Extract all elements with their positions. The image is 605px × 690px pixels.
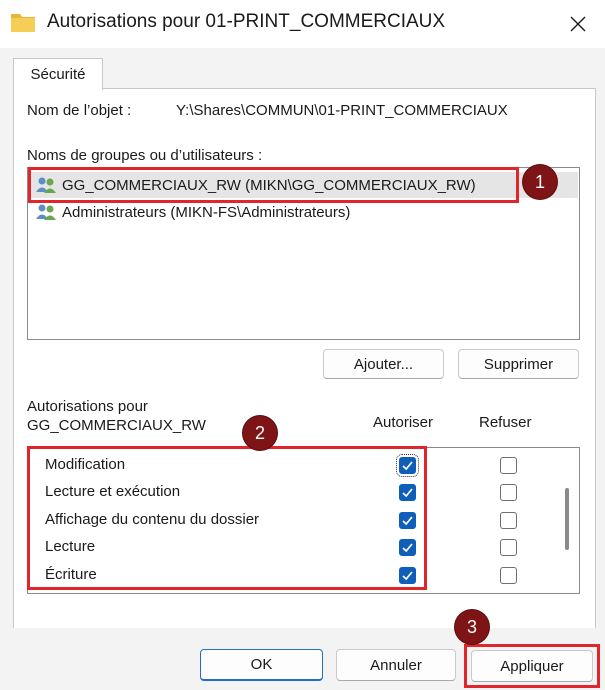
list-item-gg-commerciaux[interactable]: GG_COMMERCIAUX_RW (MIKN\GG_COMMERCIAUX_R… <box>29 172 578 198</box>
permissions-label-line2: GG_COMMERCIAUX_RW <box>27 417 206 434</box>
annotation-badge-3: 3 <box>455 610 489 644</box>
deny-write-checkbox[interactable] <box>500 567 517 584</box>
allow-modification-checkbox[interactable] <box>396 454 419 477</box>
check-icon <box>402 516 413 526</box>
permission-row: Écriture <box>28 562 558 589</box>
deny-read-execute-checkbox[interactable] <box>500 484 517 501</box>
check-icon <box>402 571 413 581</box>
allow-read-execute-checkbox[interactable] <box>399 484 416 501</box>
users-icon <box>36 177 56 193</box>
object-name-label: Nom de l’objet : <box>27 102 132 119</box>
permissions-dialog: Autorisations pour 01-PRINT_COMMERCIAUX … <box>0 0 605 690</box>
permission-label: Lecture <box>45 538 96 555</box>
check-icon <box>402 488 413 498</box>
allow-write-checkbox[interactable] <box>399 567 416 584</box>
list-item-administrateurs[interactable]: Administrateurs (MIKN-FS\Administrateurs… <box>29 199 578 225</box>
deny-read-checkbox[interactable] <box>500 539 517 556</box>
groups-label: Noms de groupes ou d’utilisateurs : <box>27 147 263 164</box>
close-button[interactable] <box>551 0 605 48</box>
permission-label: Affichage du contenu du dossier <box>45 511 260 528</box>
users-icon <box>36 204 56 220</box>
permission-label: Modification <box>45 456 126 473</box>
close-icon <box>570 16 586 32</box>
permission-row: Modification <box>28 452 558 479</box>
apply-button[interactable]: Appliquer <box>471 650 593 682</box>
folder-icon <box>11 14 35 32</box>
deny-column-header: Refuser <box>479 414 532 431</box>
permissions-listbox[interactable]: Modification Lecture et exécution Affich… <box>27 447 580 594</box>
annotation-badge-2: 2 <box>243 416 277 450</box>
list-item-label: Administrateurs (MIKN-FS\Administrateurs… <box>62 203 351 221</box>
allow-column-header: Autoriser <box>373 414 434 431</box>
permission-label: Écriture <box>45 566 97 583</box>
scrollbar-thumb[interactable] <box>565 488 569 550</box>
ok-button[interactable]: OK <box>200 649 323 681</box>
groups-listbox[interactable]: GG_COMMERCIAUX_RW (MIKN\GG_COMMERCIAUX_R… <box>27 167 580 340</box>
permission-label: Lecture et exécution <box>45 483 181 500</box>
cancel-button[interactable]: Annuler <box>336 649 456 681</box>
deny-list-folder-checkbox[interactable] <box>500 512 517 529</box>
permission-row: Lecture <box>28 534 558 561</box>
permission-row: Affichage du contenu du dossier <box>28 507 558 534</box>
title-bar: Autorisations pour 01-PRINT_COMMERCIAUX <box>0 0 605 48</box>
remove-button[interactable]: Supprimer <box>458 349 579 379</box>
deny-modification-checkbox[interactable] <box>500 457 517 474</box>
list-item-label: GG_COMMERCIAUX_RW (MIKN\GG_COMMERCIAUX_R… <box>62 176 476 194</box>
allow-read-checkbox[interactable] <box>399 539 416 556</box>
add-button[interactable]: Ajouter... <box>323 349 444 379</box>
object-name-value: Y:\Shares\COMMUN\01-PRINT_COMMERCIAUX <box>176 102 508 119</box>
check-icon <box>402 461 413 471</box>
permissions-label-line1: Autorisations pour <box>27 398 148 415</box>
allow-list-folder-checkbox[interactable] <box>399 512 416 529</box>
check-icon <box>402 543 413 553</box>
tab-security[interactable]: Sécurité <box>13 58 103 90</box>
permission-row: Lecture et exécution <box>28 479 558 506</box>
annotation-badge-1: 1 <box>523 165 557 199</box>
window-title: Autorisations pour 01-PRINT_COMMERCIAUX <box>47 11 446 32</box>
